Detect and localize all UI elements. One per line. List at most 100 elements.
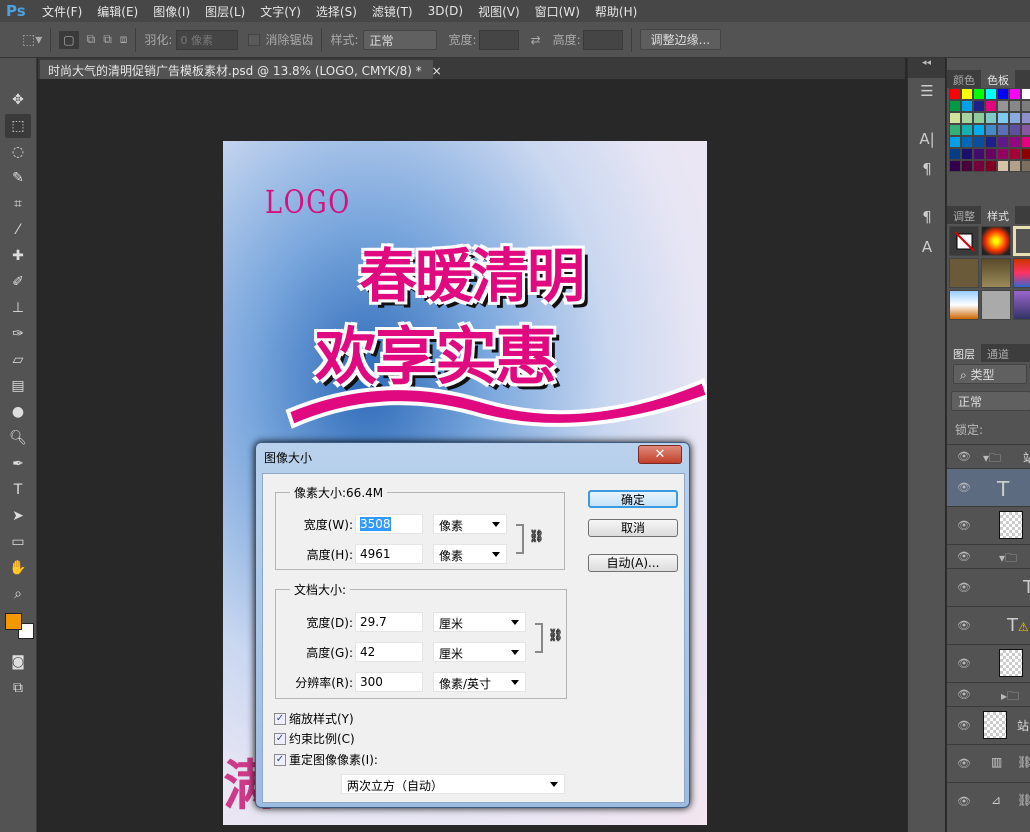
history-panel-icon[interactable]: ☰ [912,82,942,108]
shape-tool-icon[interactable]: ▭ [5,530,31,554]
swatch[interactable] [985,112,997,124]
swatch[interactable] [961,100,973,112]
layer-group-row[interactable]: 👁 ▾🗀 站 [947,444,1030,468]
swatch[interactable] [1021,88,1030,100]
menu-edit[interactable]: 编辑(E) [97,3,138,20]
menu-3d[interactable]: 3D(D) [428,4,463,18]
swatch[interactable] [973,124,985,136]
swatch[interactable] [985,160,997,172]
style-stripe[interactable] [1013,258,1030,288]
menu-window[interactable]: 窗口(W) [535,3,580,20]
paragraph-styles-icon[interactable]: ¶ [912,208,942,234]
character-styles-icon[interactable]: A [912,238,942,264]
swatch[interactable] [1021,124,1030,136]
quick-select-tool-icon[interactable]: ✎ [5,166,31,190]
blend-mode-select[interactable]: 正常 [951,391,1030,411]
swatch[interactable] [949,88,961,100]
swap-icon[interactable]: ⇄ [531,33,541,47]
swatch[interactable] [997,88,1009,100]
layer-row[interactable]: 👁 T⚠ [947,606,1030,644]
menu-layer[interactable]: 图层(L) [205,3,245,20]
menu-view[interactable]: 视图(V) [478,3,520,20]
resolution-input[interactable]: 300 [355,672,423,692]
zoom-tool-icon[interactable]: ⌕ [5,582,31,606]
style-brown[interactable] [949,258,979,288]
swatch[interactable] [997,124,1009,136]
swatch[interactable] [1009,112,1021,124]
layer-group-row[interactable]: 👁 ▸🗀 [947,682,1030,706]
style-select[interactable]: 正常 [362,29,437,50]
refine-edge-button[interactable]: 调整边缘... [639,29,722,50]
swatch[interactable] [961,136,973,148]
dialog-close-button[interactable]: ✕ [638,445,682,464]
resample-method-select[interactable]: 两次立方（自动） [341,774,565,794]
stamp-tool-icon[interactable]: ⊥ [5,296,31,320]
swatch[interactable] [985,136,997,148]
lasso-tool-icon[interactable]: ◌ [5,140,31,164]
type-tool-icon[interactable]: T [5,478,31,502]
eraser-tool-icon[interactable]: ▱ [5,348,31,372]
tab-layers[interactable]: 图层 [947,344,981,362]
scale-styles-checkbox[interactable]: ✓ 缩放样式(Y) [274,710,354,727]
swatch[interactable] [961,112,973,124]
resample-checkbox[interactable]: ✓ 重定图像像素(I): [274,751,378,768]
layer-row[interactable]: 👁 站 [947,706,1030,744]
width-input[interactable] [478,29,519,50]
swatch[interactable] [985,148,997,160]
style-frame[interactable] [1013,226,1030,256]
swatch[interactable] [1021,148,1030,160]
marquee-preset-icon[interactable]: ⬚▾ [22,32,42,48]
layer-row[interactable]: 👁 [947,644,1030,682]
swatch[interactable] [997,148,1009,160]
menu-help[interactable]: 帮助(H) [595,3,637,20]
layer-row[interactable]: 👁 [947,506,1030,544]
tab-styles[interactable]: 样式 [981,206,1015,224]
quick-mask-icon[interactable]: ◙ [5,650,31,674]
px-height-input[interactable]: 4961 [355,544,423,564]
path-select-tool-icon[interactable]: ➤ [5,504,31,528]
add-selection-icon[interactable]: ⧉ [87,32,96,47]
px-width-unit-select[interactable]: 像素 [433,514,507,534]
gradient-tool-icon[interactable]: ▤ [5,374,31,398]
resolution-unit-select[interactable]: 像素/英寸 [433,672,526,692]
collapse-icon[interactable]: ◂◂ [908,58,945,78]
swatch[interactable] [985,124,997,136]
menu-file[interactable]: 文件(F) [42,3,82,20]
tab-adjustments[interactable]: 调整 [947,206,981,224]
blur-tool-icon[interactable]: ● [5,400,31,424]
swatch[interactable] [1009,160,1021,172]
feather-input[interactable]: 0 像素 [176,29,239,50]
menu-image[interactable]: 图像(I) [153,3,190,20]
swatch[interactable] [973,88,985,100]
history-brush-icon[interactable]: ✑ [5,322,31,346]
new-selection-icon[interactable]: ▢ [59,30,79,49]
style-none[interactable] [949,226,979,256]
swatch[interactable] [1009,136,1021,148]
swatch[interactable] [949,112,961,124]
swatch[interactable] [1009,88,1021,100]
swatch[interactable] [1021,100,1030,112]
swatch[interactable] [961,160,973,172]
swatch[interactable] [949,148,961,160]
height-input[interactable] [582,29,623,50]
swatch[interactable] [973,160,985,172]
character-panel-icon[interactable]: A| [912,130,942,156]
swatch[interactable] [997,100,1009,112]
tab-channels[interactable]: 通道 [981,344,1015,362]
doc-width-input[interactable]: 29.7 [355,612,423,632]
swatch[interactable] [1009,124,1021,136]
layer-group-row[interactable]: 👁 ▾🗀 [947,544,1030,568]
dodge-tool-icon[interactable]: 🔍︎ [5,426,31,450]
hand-tool-icon[interactable]: ✋ [5,556,31,580]
screen-mode-icon[interactable]: ⧉ [5,676,31,700]
swatch[interactable] [973,112,985,124]
marquee-tool-icon[interactable]: ⬚ [5,114,31,138]
intersect-selection-icon[interactable]: ⧈ [120,32,128,47]
tab-swatches[interactable]: 色板 [981,70,1015,88]
swatch[interactable] [949,100,961,112]
swatch[interactable] [961,88,973,100]
style-noise[interactable] [981,290,1011,320]
swatch[interactable] [997,112,1009,124]
move-tool-icon[interactable]: ✥ [5,88,31,112]
style-purple[interactable] [1013,290,1030,320]
